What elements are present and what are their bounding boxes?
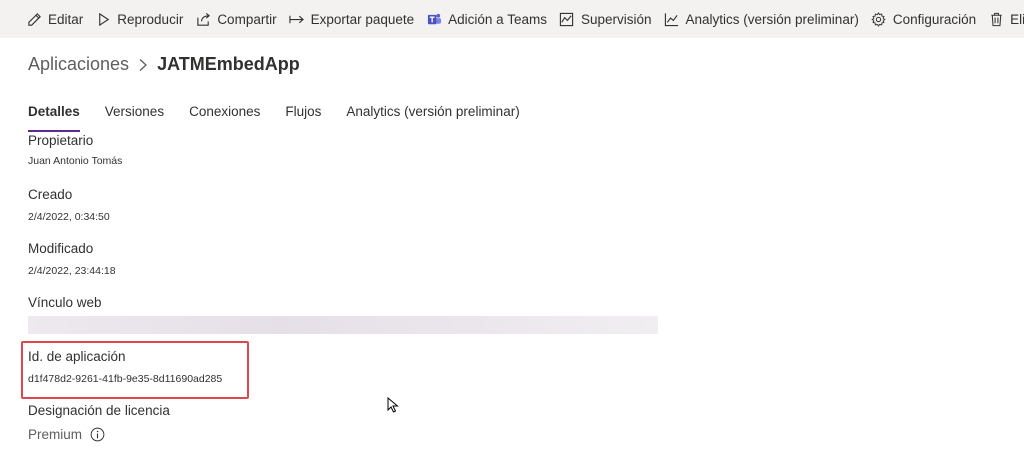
owner-label: Propietario (28, 133, 94, 148)
info-icon[interactable] (90, 427, 105, 442)
settings-label: Configuración (892, 11, 977, 27)
pencil-icon (26, 11, 42, 27)
edit-label: Editar (48, 11, 84, 27)
line-chart-icon (664, 11, 680, 27)
tab-details[interactable]: Detalles (28, 104, 80, 132)
weblink-field: Vínculo web (28, 295, 102, 310)
delete-button[interactable]: Eliminar (988, 0, 1024, 38)
monitor-chart-icon (559, 11, 575, 27)
settings-button[interactable]: Configuración (871, 0, 976, 38)
owner-value: Juan Antonio Tomás (28, 155, 123, 167)
delete-label: Eliminar (1010, 11, 1024, 27)
breadcrumb: Aplicaciones JATMEmbedApp (28, 54, 300, 75)
analytics-label: Analytics (versión preliminar) (685, 11, 859, 27)
created-field: Creado 2/4/2022, 0:34:50 (28, 187, 110, 223)
analytics-button[interactable]: Analytics (versión preliminar) (664, 0, 859, 38)
play-label: Reproducir (117, 11, 184, 27)
tab-versions[interactable]: Versiones (105, 104, 164, 132)
gear-icon (871, 11, 887, 27)
command-bar: Editar Reproducir Compartir Exportar paq… (0, 0, 1024, 38)
license-field: Designación de licencia Premium (28, 403, 170, 442)
modified-value: 2/4/2022, 23:44:18 (28, 265, 116, 277)
tab-connections[interactable]: Conexiones (189, 104, 260, 132)
trash-icon (988, 11, 1004, 27)
license-value: Premium (28, 427, 83, 442)
modified-label: Modificado (28, 241, 94, 256)
teams-icon (426, 11, 442, 27)
app-id-highlight (21, 341, 249, 399)
mouse-cursor-icon (387, 396, 399, 418)
play-button[interactable]: Reproducir (95, 0, 183, 38)
tab-list: Detalles Versiones Conexiones Flujos Ana… (28, 104, 545, 132)
weblink-value-redacted (28, 316, 658, 334)
export-arrow-icon (289, 11, 305, 27)
license-label: Designación de licencia (28, 403, 170, 418)
edit-button[interactable]: Editar (26, 0, 83, 38)
breadcrumb-apps-link[interactable]: Aplicaciones (28, 54, 129, 75)
monitor-button[interactable]: Supervisión (559, 0, 652, 38)
monitor-label: Supervisión (580, 11, 652, 27)
add-to-teams-button[interactable]: Adición a Teams (426, 0, 547, 38)
created-value: 2/4/2022, 0:34:50 (28, 211, 110, 223)
tab-flows[interactable]: Flujos (285, 104, 321, 132)
share-label: Compartir (217, 11, 277, 27)
add-to-teams-label: Adición a Teams (448, 11, 547, 27)
modified-field: Modificado 2/4/2022, 23:44:18 (28, 241, 116, 277)
weblink-label: Vínculo web (28, 295, 102, 310)
export-package-button[interactable]: Exportar paquete (289, 0, 415, 38)
created-label: Creado (28, 187, 73, 202)
chevron-right-icon (137, 58, 149, 72)
share-button[interactable]: Compartir (195, 0, 277, 38)
tab-analytics[interactable]: Analytics (versión preliminar) (346, 104, 519, 132)
share-icon (195, 11, 211, 27)
owner-field: Propietario Juan Antonio Tomás (28, 133, 122, 167)
export-package-label: Exportar paquete (310, 11, 415, 27)
play-icon (95, 11, 111, 27)
breadcrumb-current-app: JATMEmbedApp (157, 54, 300, 74)
